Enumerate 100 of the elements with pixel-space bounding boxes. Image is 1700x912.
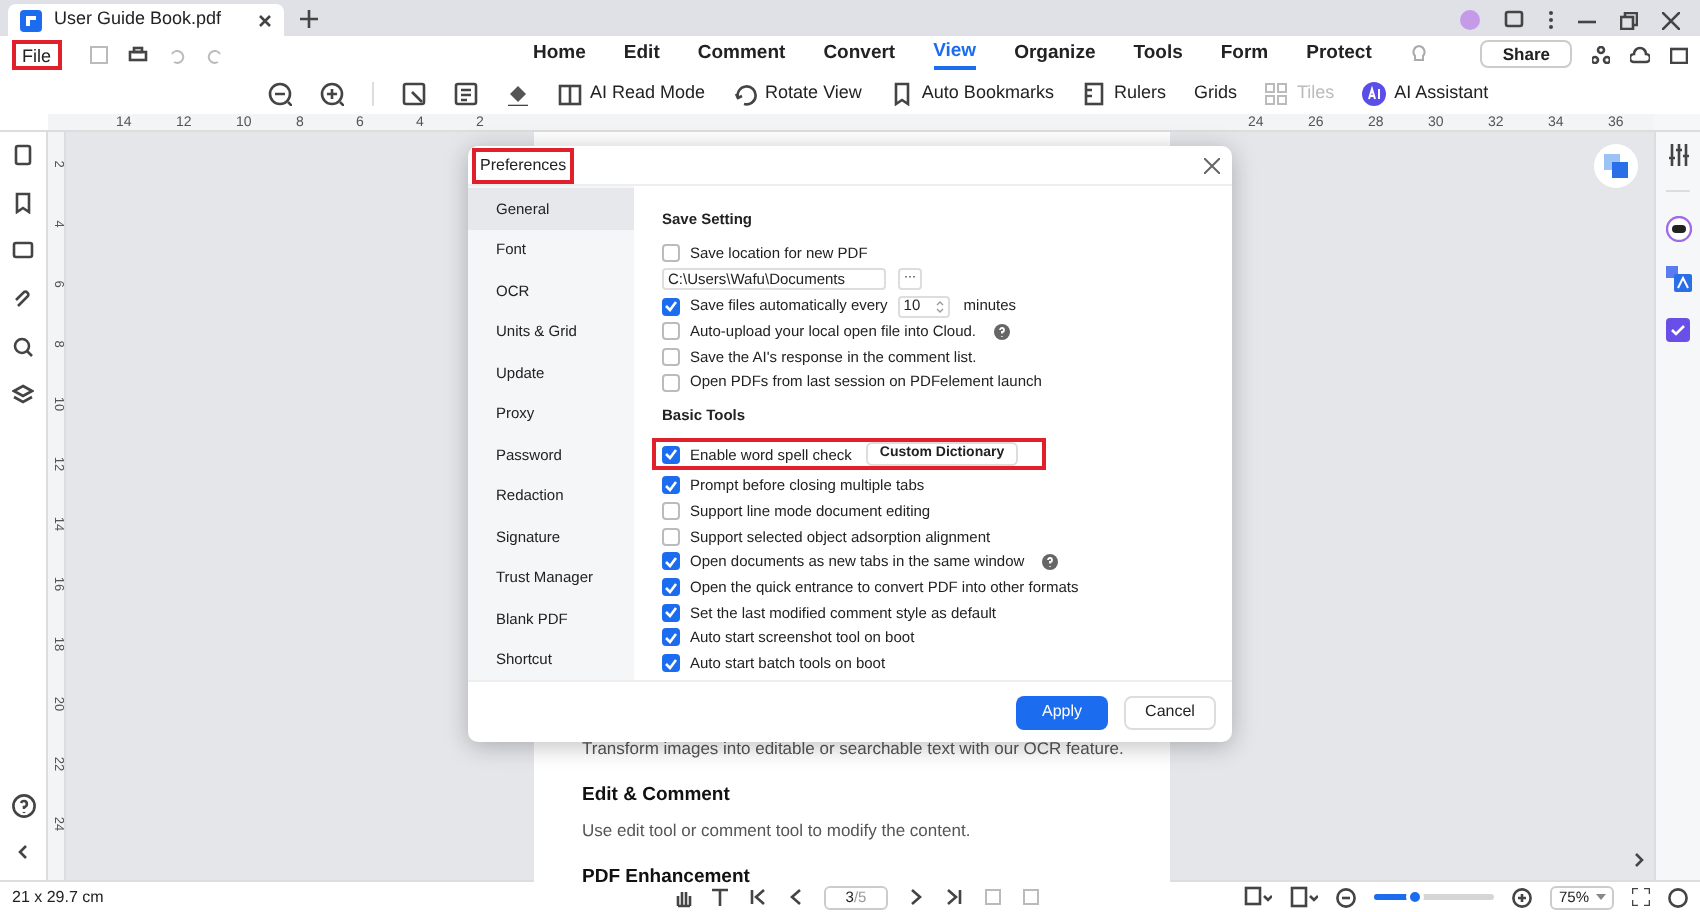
- sliders-icon[interactable]: [1667, 144, 1689, 166]
- checklist-icon[interactable]: [1666, 316, 1690, 342]
- help-icon[interactable]: [1042, 553, 1059, 570]
- checkbox[interactable]: [662, 552, 680, 571]
- file-menu[interactable]: File: [12, 39, 62, 69]
- checkbox[interactable]: [662, 603, 680, 622]
- collapse-right-icon[interactable]: [1634, 852, 1644, 868]
- search-icon[interactable]: [12, 336, 34, 358]
- app-logo-icon: [20, 9, 42, 31]
- checkbox[interactable]: [662, 501, 680, 520]
- cancel-button[interactable]: Cancel: [1124, 695, 1216, 729]
- toolbar-read-button[interactable]: AI Read Mode: [558, 79, 706, 107]
- layers-icon[interactable]: [12, 384, 34, 406]
- menu-tab[interactable]: Organize: [1014, 38, 1096, 70]
- check-icon: [664, 448, 678, 461]
- fullscreen-icon[interactable]: [1632, 888, 1650, 906]
- menu-tab[interactable]: Protect: [1306, 38, 1372, 70]
- checkbox[interactable]: [662, 373, 680, 392]
- chat-icon[interactable]: [1504, 10, 1524, 30]
- toolbar-rotate-button[interactable]: Rotate View: [733, 79, 862, 107]
- comment-icon[interactable]: [12, 240, 34, 262]
- bookmark-icon: [889, 81, 914, 105]
- checkbox[interactable]: [662, 347, 680, 366]
- paint-bucket-icon[interactable]: [506, 81, 530, 105]
- hand-icon[interactable]: [672, 886, 692, 908]
- collapse-left-icon[interactable]: [18, 844, 28, 860]
- menu-tab[interactable]: Convert: [823, 38, 896, 70]
- document-text: Use edit tool or comment tool to modify the content.: [582, 818, 973, 844]
- toolbar-ruler-button[interactable]: Rulers: [1081, 79, 1166, 107]
- checkbox[interactable]: [662, 476, 680, 495]
- check-icon: [664, 479, 678, 492]
- close-icon: [258, 13, 272, 27]
- document-tab[interactable]: User Guide Book.pdf: [8, 4, 284, 36]
- page-icon[interactable]: [12, 144, 34, 166]
- avatar-icon: [1460, 10, 1480, 30]
- plus-icon[interactable]: [300, 10, 318, 28]
- zoom-out-icon[interactable]: [1336, 887, 1356, 907]
- checkbox[interactable]: [662, 654, 680, 673]
- restore-icon[interactable]: [1620, 11, 1638, 29]
- menu-tab[interactable]: Home: [533, 38, 586, 70]
- menu-tab[interactable]: Form: [1220, 38, 1269, 70]
- save-icon: [89, 45, 108, 63]
- check-icon: [664, 300, 678, 313]
- bookmark-icon[interactable]: [12, 192, 34, 214]
- first-page-icon[interactable]: [748, 886, 768, 908]
- menu-tab[interactable]: Tools: [1133, 38, 1183, 70]
- rotate-icon: [733, 81, 758, 105]
- robot-icon[interactable]: [1665, 216, 1691, 242]
- last-page-icon[interactable]: [944, 886, 964, 908]
- ruler-icon: [1081, 81, 1106, 105]
- zoom-in-icon[interactable]: [1512, 887, 1532, 907]
- close-icon[interactable]: [1662, 11, 1680, 29]
- more-icon[interactable]: [1548, 10, 1554, 30]
- checkbox[interactable]: [662, 578, 680, 597]
- print-icon[interactable]: [127, 45, 148, 63]
- bulb-icon: [1409, 44, 1428, 64]
- document-heading: PDF Enhancement: [582, 863, 752, 892]
- page-layout-icon[interactable]: [1290, 886, 1318, 908]
- undo-icon: [167, 45, 186, 63]
- dialog-title: Preferences: [472, 147, 575, 183]
- previous-page-icon[interactable]: [786, 886, 806, 908]
- close-icon[interactable]: [1204, 157, 1220, 173]
- document-heading: Edit & Comment: [582, 781, 732, 810]
- apply-button[interactable]: Apply: [1016, 695, 1108, 729]
- toolbar-plain-button[interactable]: Grids: [1193, 79, 1237, 107]
- select-icon[interactable]: [402, 81, 426, 105]
- share-button[interactable]: Share: [1480, 40, 1572, 68]
- redo-icon: [205, 45, 224, 63]
- checkbox[interactable]: [662, 445, 680, 464]
- checkbox[interactable]: [662, 527, 680, 546]
- checkbox[interactable]: [662, 322, 680, 341]
- tab-title: User Guide Book.pdf: [54, 6, 224, 33]
- calendar-icon[interactable]: [1670, 45, 1688, 63]
- tiles-icon: [1264, 81, 1289, 105]
- toolbar-bookmark-button[interactable]: Auto Bookmarks: [889, 79, 1054, 107]
- toolbar-ai-button[interactable]: AI Assistant: [1362, 79, 1489, 107]
- checkbox[interactable]: [662, 628, 680, 647]
- checkbox[interactable]: [662, 243, 680, 262]
- zoom-slider[interactable]: [1374, 894, 1494, 900]
- zoom-out-icon[interactable]: [268, 81, 292, 105]
- menu-tab[interactable]: Comment: [697, 38, 786, 70]
- attachment-icon[interactable]: [12, 288, 34, 310]
- menu-circle-icon[interactable]: [1668, 887, 1688, 907]
- checkbox[interactable]: [662, 297, 680, 316]
- translate-icon[interactable]: [1665, 266, 1691, 292]
- page-size-text: 21 x 29.7 cm: [12, 885, 106, 909]
- help-icon[interactable]: [994, 323, 1011, 340]
- menu-tab[interactable]: Edit: [623, 38, 660, 70]
- page-icon[interactable]: [454, 81, 478, 105]
- share-nodes-icon[interactable]: [1592, 45, 1610, 63]
- zoom-in-icon[interactable]: [320, 81, 344, 105]
- convert-to-word-icon[interactable]: [1594, 144, 1638, 188]
- next-page-icon[interactable]: [906, 886, 926, 908]
- select-text-icon[interactable]: [710, 886, 730, 908]
- select-tool-icon[interactable]: [1244, 886, 1272, 908]
- help-icon[interactable]: [11, 794, 35, 818]
- cloud-icon[interactable]: [1630, 45, 1650, 63]
- spinner-icon: [935, 299, 944, 314]
- caret-icon: [1595, 894, 1605, 900]
- book-icon: [558, 81, 582, 105]
